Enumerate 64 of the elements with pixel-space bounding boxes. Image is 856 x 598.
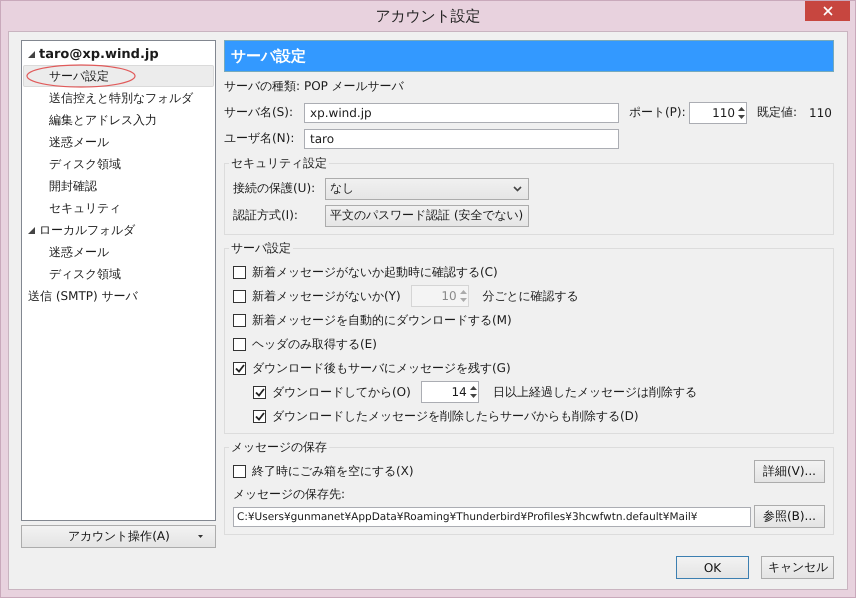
close-icon	[822, 6, 832, 16]
tree-item[interactable]: サーバ設定	[23, 65, 214, 87]
group-title: メッセージの保存	[229, 439, 329, 456]
label: ポート(P):	[629, 104, 687, 121]
label: 分ごとに確認する	[482, 288, 579, 304]
tree-item[interactable]: セキュリティ	[23, 197, 214, 219]
group-title: セキュリティ設定	[229, 155, 329, 172]
input-field[interactable]: xp.wind.jp	[304, 102, 619, 122]
number-spinner[interactable]: 14	[420, 381, 479, 403]
tree-item[interactable]: 迷惑メール	[23, 241, 214, 263]
label: 既定値:	[757, 104, 798, 121]
tree-item[interactable]: 開封確認	[23, 175, 214, 197]
checkbox[interactable]	[233, 266, 246, 278]
checkmark-icon	[254, 412, 264, 420]
details-button[interactable]: 詳細(V)...	[754, 460, 825, 483]
checkbox-label[interactable]: 新着メッセージを自動的にダウンロードする(M)	[252, 312, 512, 328]
checkbox-label[interactable]: ダウンロードしたメッセージを削除したらサーバからも削除する(D)	[272, 408, 639, 424]
label: サーバの種類:	[224, 78, 302, 95]
label: メッセージの保存先:	[233, 486, 346, 502]
tree-item[interactable]: 送信 (SMTP) サーバ	[23, 285, 214, 307]
chevron-down-icon	[513, 186, 522, 192]
checkbox-label[interactable]: 新着メッセージがないか起動時に確認する(C)	[252, 264, 498, 280]
tree-item[interactable]: ディスク領域	[23, 263, 214, 285]
label: ユーザ名(N):	[224, 130, 296, 147]
checkbox[interactable]	[233, 338, 246, 350]
checkbox[interactable]	[233, 465, 246, 478]
checkmark-icon	[254, 388, 264, 396]
browse-button[interactable]: 参照(B)...	[754, 505, 825, 528]
section-header: サーバ設定	[224, 40, 834, 72]
label: 接続の保護(U):	[233, 180, 316, 197]
group-title: サーバ設定	[229, 240, 293, 257]
tree-item[interactable]: ローカルフォルダ	[23, 219, 214, 241]
value-text: POP メールサーバ	[304, 78, 404, 95]
expand-arrow-icon	[28, 226, 35, 234]
dropdown[interactable]: なし	[325, 178, 529, 200]
dropdown-arrow-icon	[198, 535, 203, 538]
number-spinner[interactable]: 110	[689, 102, 747, 124]
checkbox[interactable]	[253, 386, 266, 398]
dropdown[interactable]: 平文のパスワード認証 (安全でない)	[325, 204, 529, 226]
checkbox-label[interactable]: ヘッダのみ取得する(E)	[252, 336, 377, 352]
label: サーバ名(S):	[224, 104, 294, 121]
input-field[interactable]: taro	[304, 128, 619, 148]
cancel-button[interactable]: キャンセル	[761, 556, 834, 579]
value-text: 110	[809, 106, 832, 120]
input-field[interactable]: C:¥Users¥gunmanet¥AppData¥Roaming¥Thunderbird¥Profiles¥3hcwfwtn.default¥Mail¥	[233, 506, 751, 526]
label: 日以上経過したメッセージは削除する	[492, 384, 697, 400]
expand-arrow-icon	[28, 50, 35, 58]
window-title: アカウント設定	[376, 6, 480, 26]
checkbox[interactable]	[233, 314, 246, 326]
tree-item[interactable]: 編集とアドレス入力	[23, 109, 214, 131]
checkbox-label[interactable]: ダウンロードしてから(O)	[272, 384, 411, 400]
checkbox[interactable]	[233, 362, 246, 374]
tree-item[interactable]: 送信控えと特別なフォルダ	[23, 87, 214, 109]
checkmark-icon	[234, 364, 244, 372]
tree-item[interactable]: 迷惑メール	[23, 131, 214, 153]
label: 認証方式(I):	[233, 207, 299, 224]
ok-button[interactable]: OK	[676, 556, 749, 579]
checkbox[interactable]	[253, 410, 266, 422]
tree-item[interactable]: ディスク領域	[23, 153, 214, 175]
checkbox-label[interactable]: ダウンロード後もサーバにメッセージを残す(G)	[252, 360, 511, 376]
close-button[interactable]	[805, 1, 850, 21]
account-actions-button[interactable]: アカウント操作(A)	[21, 525, 216, 548]
checkbox-label[interactable]: 終了時にごみ箱を空にする(X)	[252, 463, 414, 480]
tree-item[interactable]: taro@xp.wind.jp	[23, 43, 214, 65]
